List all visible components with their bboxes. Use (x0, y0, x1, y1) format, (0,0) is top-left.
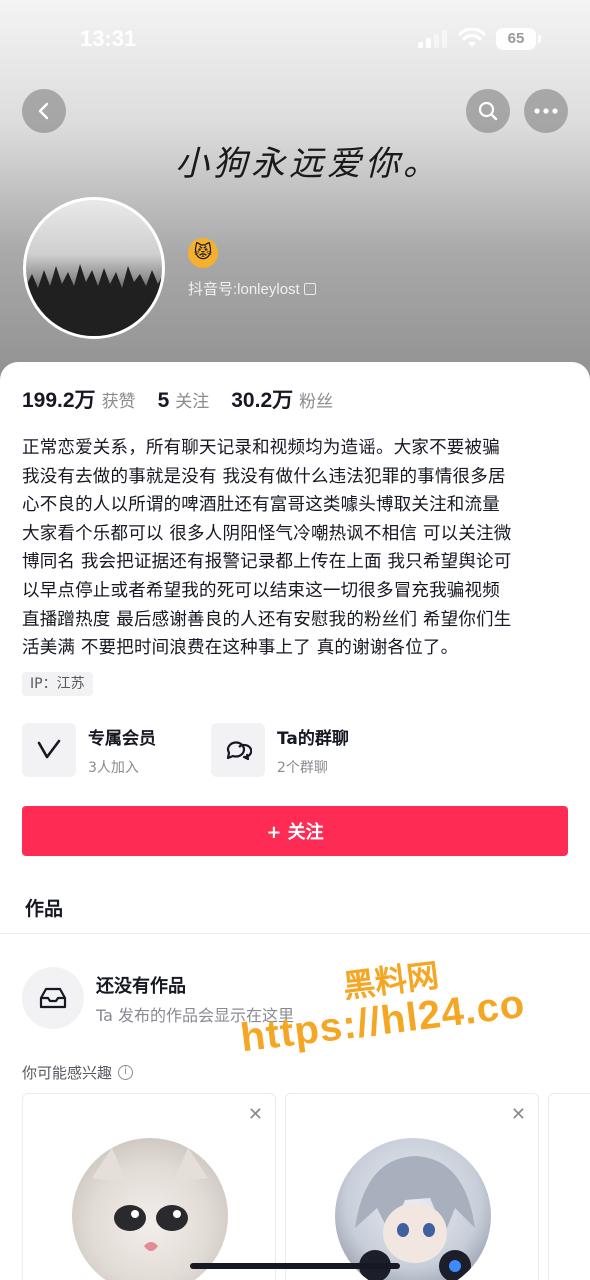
group-chat-count: 2个群聊 (277, 759, 328, 776)
ip-location-tag: IP：江苏 (22, 672, 93, 696)
tab-divider (0, 933, 590, 934)
cat-face-illustration (92, 1148, 208, 1251)
recommendations-label: 你可能感兴趣 (22, 1064, 113, 1082)
bio-line: 我没有去做的事就是没有 我没有做什么违法犯罪的事情很多居 (22, 466, 506, 487)
bio-line: 博同名 我会把证据还有报警记录都上传在上面 我只希望舆论可 (22, 552, 512, 573)
exclusive-membership-entry[interactable]: 专属会员 3人加入 (22, 723, 156, 777)
douyin-id[interactable]: 抖音号:lonleylost (188, 278, 316, 299)
forest-illustration (26, 264, 162, 336)
followers-label: 粉丝 (299, 392, 334, 412)
bio-line: 直播蹭热度 最后感谢善良的人还有安慰我的粉丝们 希望你们生 (22, 609, 512, 630)
tab-works[interactable]: 作品 (25, 894, 63, 921)
recommended-user-card[interactable]: ✕ (22, 1093, 276, 1280)
cellular-signal-icon (418, 30, 447, 48)
empty-works-title: 还没有作品 (96, 976, 186, 997)
close-icon[interactable]: ✕ (248, 1104, 263, 1125)
inbox-icon (22, 967, 84, 1029)
group-chat-icon (211, 723, 265, 777)
copy-icon[interactable] (303, 283, 316, 295)
more-icon (534, 108, 558, 114)
membership-count: 3人加入 (88, 759, 139, 776)
bio-line: 大家看个乐都可以 很多人阴阳怪气冷嘲热讽不相信 可以关注微 (22, 523, 512, 544)
search-icon (478, 101, 498, 121)
following-count[interactable]: 5 (158, 389, 170, 413)
vip-icon (22, 723, 76, 777)
bio: 正常恋爱关系，所有聊天记录和视频均为造谣。大家不要被骗 我没有去做的事就是没有 … (22, 434, 570, 663)
followers-count[interactable]: 30.2万 (231, 384, 293, 414)
group-chat-title: Ta的群聊 (277, 728, 349, 749)
status-time: 13:31 (80, 26, 137, 51)
home-indicator[interactable] (190, 1263, 400, 1269)
recommended-user-card[interactable] (548, 1093, 590, 1280)
more-button[interactable] (524, 89, 568, 133)
following-label: 关注 (175, 392, 210, 412)
bio-line: 心不良的人以所谓的啤酒肚还有富哥这类噱头博取关注和流量 (22, 495, 500, 516)
likes-count[interactable]: 199.2万 (22, 384, 96, 414)
bio-line: 正常恋爱关系，所有聊天记录和视频均为造谣。大家不要被骗 (22, 438, 500, 458)
bio-line: 以早点停止或者希望我的死可以结束这一切很多冒充我骗视频 (22, 580, 500, 601)
follow-button[interactable]: + 关注 (22, 806, 568, 856)
douyin-id-text: 抖音号:lonleylost (188, 281, 300, 298)
battery-indicator: 65 (496, 28, 541, 50)
anime-character-illustration (355, 1156, 475, 1280)
bio-line: 活美满 不要把时间浪费在这种事上了 真的谢谢各位了。 (22, 638, 459, 659)
back-icon (38, 102, 49, 120)
search-button[interactable] (466, 89, 510, 133)
recommended-user-card[interactable]: ✕ (285, 1093, 539, 1280)
membership-title: 专属会员 (88, 728, 156, 749)
status-bar: 13:31 65 (0, 0, 590, 80)
close-icon[interactable]: ✕ (511, 1104, 526, 1125)
stats-row: 199.2万 获赞 5 关注 30.2万 粉丝 (22, 384, 355, 414)
avatar[interactable] (23, 197, 165, 339)
likes-label: 获赞 (101, 392, 136, 412)
recommended-user-avatar[interactable] (335, 1138, 491, 1280)
info-icon[interactable]: i (118, 1065, 134, 1080)
nickname-emoji: 😾 (188, 238, 218, 268)
recommendations-header: 你可能感兴趣 i (22, 1062, 134, 1083)
wifi-icon (458, 28, 486, 47)
group-chat-entry[interactable]: Ta的群聊 2个群聊 (211, 723, 349, 777)
back-button[interactable] (22, 89, 66, 133)
recommended-user-avatar[interactable] (72, 1138, 228, 1280)
profile-banner-text: 小狗永远爱你。 (175, 144, 441, 184)
